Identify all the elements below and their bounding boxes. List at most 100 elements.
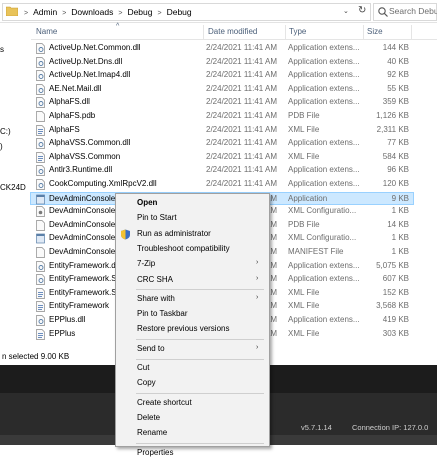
refresh-icon[interactable]: ↻ [358,5,366,16]
table-row[interactable]: ActiveUp.Net.Common.dll 2/24/2021 11:41 A… [31,42,413,55]
search-input[interactable]: Search Debug [373,3,437,21]
menu-item-troubleshoot-compatibility[interactable]: Troubleshoot compatibility [116,242,269,257]
xml-icon [36,301,45,313]
menu-item-label: Open [137,198,158,207]
file-size: 303 KB [382,328,409,338]
column-divider[interactable] [285,25,286,39]
column-header: Name ^ Date modified Type Size [31,23,437,40]
breadcrumb-item-admin[interactable]: Admin [31,7,59,17]
file-size: 1,126 KB [376,111,409,120]
file-size: 14 KB [387,219,409,229]
file-type: Application extens... [288,260,360,270]
menu-item-pin-to-start[interactable]: Pin to Start [116,211,269,226]
dll-icon [36,315,45,326]
file-type: XML File [288,301,320,311]
table-row[interactable]: AlphaVSS.Common 2/24/2021 11:41 AM XML Fil… [31,151,413,164]
menu-item-cut[interactable]: Cut [116,361,269,376]
file-type: Application [288,193,328,203]
menu-item-rename[interactable]: Rename [116,426,269,441]
menu-item-crc-sha[interactable]: CRC SHA › [116,273,269,288]
file-type: Application extens... [288,43,360,52]
breadcrumb-item-downloads[interactable]: Downloads [69,7,115,17]
dll-icon [36,56,45,68]
file-date-modified: 2/24/2021 11:41 AM [206,70,278,80]
file-type: Application extens... [288,165,360,175]
menu-item-7-zip[interactable]: 7-Zip › [116,257,269,272]
menu-item-label: Delete [137,412,161,422]
file-date-modified: 2/24/2021 11:41 AM [206,111,278,120]
file-date-modified: 2/24/2021 11:41 AM [206,97,278,107]
file-size: 5,075 KB [376,260,409,270]
file-name: ActiveUp.Net.Common.dll [49,43,141,52]
menu-item-open[interactable]: Open [116,196,269,211]
breadcrumb-separator: > [157,10,162,17]
nav-item[interactable]: s [0,45,4,54]
menu-item-properties[interactable]: Properties [116,446,269,461]
file-date-modified: 2/24/2021 11:41 AM [206,124,278,134]
column-divider[interactable] [363,25,364,39]
file-date-modified: 2/24/2021 11:41 AM [206,43,278,52]
table-row[interactable]: AlphaVSS.Common.dll 2/24/2021 11:41 AM App… [31,137,413,150]
menu-item-run-as-administrator[interactable]: Run as administrator [116,227,269,242]
file-size: 152 KB [382,287,409,297]
context-menu: Open Pin to Start Run as administrator Trou… [115,193,270,457]
menu-item-pin-to-taskbar[interactable]: Pin to Taskbar [116,307,269,322]
file-size: 92 KB [387,70,409,80]
breadcrumb-separator: > [62,10,67,17]
nav-item[interactable]: ) [0,142,3,151]
file-date-modified: 2/24/2021 11:41 AM [206,138,278,148]
menu-item-label: Create shortcut [137,397,192,407]
table-row[interactable]: ActiveUp.Net.Imap4.dll 2/24/2021 11:41 AM… [31,69,413,82]
column-date-modified[interactable]: Date modified [208,27,257,36]
file-name: AlphaFS [49,124,80,134]
version-label: v5.7.1.14 [301,423,332,432]
menu-item-send-to[interactable]: Send to › [116,342,269,357]
breadcrumb-item-debug[interactable]: Debug [125,7,154,17]
menu-item-create-shortcut[interactable]: Create shortcut [116,396,269,411]
column-divider[interactable] [411,25,412,39]
dll-icon [36,165,45,177]
menu-item-share-with[interactable]: Share with › [116,292,269,307]
nav-item[interactable]: C:) [0,127,11,136]
file-type: Application extens... [288,179,360,188]
column-name[interactable]: Name [36,27,57,36]
file-icon [36,247,45,258]
submenu-arrow-icon: › [256,259,259,267]
table-row[interactable]: AlphaFS.pdb 2/24/2021 11:41 AM PDB File 1,1… [31,110,413,123]
table-row[interactable]: AE.Net.Mail.dll 2/24/2021 11:41 AM Applica… [31,83,413,96]
file-type: MANIFEST File [288,247,344,256]
menu-separator [136,443,264,444]
file-name: Antlr3.Runtime.dll [49,165,113,175]
table-row[interactable]: AlphaFS.dll 2/24/2021 11:41 AM Application… [31,96,413,109]
table-row[interactable]: AlphaFS 2/24/2021 11:41 AM XML File 2,311 K… [31,124,413,137]
table-row[interactable]: Antlr3.Runtime.dll 2/24/2021 11:41 AM Appl… [31,164,413,177]
breadcrumb: > Admin > Downloads > Debug > Debug [21,6,194,18]
file-size: 584 KB [382,151,409,161]
file-name: AlphaVSS.Common [49,151,121,161]
chevron-down-icon[interactable]: ⌄ [343,7,349,15]
menu-item-label: Copy [137,378,156,388]
file-name: AlphaVSS.Common.dll [49,138,131,148]
file-name: CookComputing.XmlRpcV2.dll [49,179,157,188]
submenu-arrow-icon: › [256,293,259,301]
menu-item-delete[interactable]: Delete [116,411,269,426]
table-row[interactable]: ActiveUp.Net.Dns.dll 2/24/2021 11:41 AM Ap… [31,56,413,69]
column-divider[interactable] [203,25,204,39]
dll-icon [36,179,45,190]
menu-item-label: Share with [137,293,175,303]
file-size: 1 KB [391,233,409,243]
file-size: 55 KB [387,83,409,93]
address-bar[interactable]: > Admin > Downloads > Debug > Debug ⌄ ↻ [2,3,371,21]
file-type: PDB File [288,111,320,120]
column-type[interactable]: Type [289,27,306,36]
file-size: 40 KB [387,56,409,66]
xml-icon [36,151,45,163]
nav-item[interactable]: CK24D [0,183,26,192]
menu-item-copy[interactable]: Copy [116,376,269,391]
menu-item-label: Restore previous versions [137,324,230,334]
breadcrumb-item-debug-current[interactable]: Debug [165,7,194,17]
menu-item-restore-previous-versions[interactable]: Restore previous versions [116,322,269,337]
file-type: XML Configuratio... [288,206,357,216]
column-size[interactable]: Size [367,27,383,36]
table-row[interactable]: CookComputing.XmlRpcV2.dll 2/24/2021 11:4… [31,178,413,191]
